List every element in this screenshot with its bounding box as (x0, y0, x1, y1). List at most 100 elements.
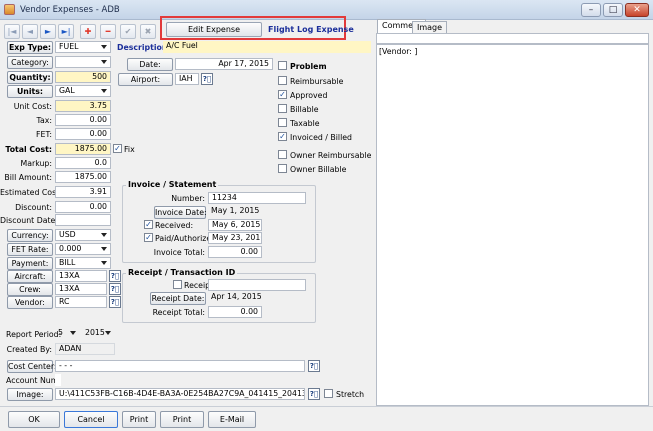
invoice-number-input[interactable]: 11234 (208, 192, 306, 204)
created-by-value: ADAN (55, 343, 115, 355)
bill-amount-input[interactable]: 1875.00 (55, 171, 111, 183)
prev-record-icon[interactable]: ◄ (22, 24, 38, 39)
tax-input[interactable]: 0.00 (55, 114, 111, 126)
approved-label: Approved (290, 91, 328, 100)
category-select[interactable] (55, 56, 111, 68)
last-record-icon[interactable]: ►| (58, 24, 74, 39)
fix-checkbox[interactable]: ✓ (113, 144, 122, 153)
report-month-value: 5 (58, 328, 63, 337)
fet-rate-button[interactable]: FET Rate: (7, 243, 53, 256)
receipt-date-button[interactable]: Receipt Date: (150, 292, 206, 305)
cancel-record-icon[interactable]: ✖ (140, 24, 156, 39)
receipt-input[interactable] (208, 279, 306, 291)
stretch-label: Stretch (336, 390, 365, 399)
currency-value: USD (59, 230, 76, 239)
edit-expense-button[interactable]: Edit Expense (166, 22, 262, 37)
discount-input[interactable]: 0.00 (55, 201, 111, 213)
date-input[interactable]: Apr 17, 2015 (175, 58, 273, 70)
billable-label: Billable (290, 105, 319, 114)
fet-rate-select[interactable]: 0.000 (55, 243, 111, 255)
crew-button[interactable]: Crew: (7, 283, 53, 296)
add-record-icon[interactable]: ✚ (80, 24, 96, 39)
vendor-lookup-icon[interactable]: ?⃞ (109, 296, 121, 308)
category-button[interactable]: Category: (7, 56, 53, 69)
problem-label: Problem (290, 62, 327, 71)
aircraft-input[interactable]: 13XA (55, 270, 107, 282)
crew-input[interactable]: 13XA (55, 283, 107, 295)
invoiced-billed-checkbox[interactable]: ✓ (278, 132, 287, 141)
stretch-checkbox[interactable] (324, 389, 333, 398)
airport-lookup-icon[interactable]: ?⃞ (201, 73, 213, 85)
received-date-input[interactable]: May 6, 2015 (208, 219, 262, 231)
exp-type-select[interactable]: FUEL (55, 41, 111, 53)
invoice-date-value[interactable]: May 1, 2015 (208, 206, 262, 218)
image-path-input[interactable]: U:\411C53FB-C16B-4D4E-BA3A-0E254BA27C9A_… (55, 388, 305, 400)
payment-button[interactable]: Payment: (7, 257, 53, 270)
quantity-button[interactable]: Quantity: (7, 71, 53, 84)
owner-reimbursable-checkbox[interactable] (278, 150, 287, 159)
close-button[interactable]: ✕ (625, 3, 649, 17)
fet-label: FET: (36, 130, 52, 139)
flight-log-expense-link[interactable]: Flight Log Expense (268, 25, 354, 34)
estimated-cost-label: Estimated Cost: (0, 188, 62, 197)
aircraft-button[interactable]: Aircraft: (7, 270, 53, 283)
airport-input[interactable]: IAH (175, 73, 199, 85)
date-button[interactable]: Date: (127, 58, 173, 71)
billable-checkbox[interactable] (278, 104, 287, 113)
markup-input[interactable]: 0.0 (55, 157, 111, 169)
fet-input[interactable]: 0.00 (55, 128, 111, 140)
report-month-select[interactable]: 5 (55, 328, 79, 340)
aircraft-lookup-icon[interactable]: ?⃞ (109, 270, 121, 282)
vendor-button[interactable]: Vendor: (7, 296, 53, 309)
currency-button[interactable]: Currency: (7, 229, 53, 242)
received-checkbox[interactable]: ✓ (144, 220, 153, 229)
payment-value: BILL (59, 258, 76, 267)
estimated-cost-input[interactable]: 3.91 (55, 186, 111, 198)
invoice-total-input[interactable]: 0.00 (208, 246, 262, 258)
reimbursable-checkbox[interactable] (278, 76, 287, 85)
quantity-input[interactable]: 500 (55, 71, 111, 83)
invoice-date-button[interactable]: Invoice Date: (154, 206, 207, 219)
report-year-select[interactable]: 2015 (82, 328, 114, 340)
receipt-total-input[interactable]: 0.00 (208, 306, 262, 318)
crew-lookup-icon[interactable]: ?⃞ (109, 283, 121, 295)
maximize-button[interactable]: □ (603, 3, 623, 17)
next-record-icon[interactable]: ► (40, 24, 56, 39)
total-cost-input[interactable]: 1875.00 (55, 143, 111, 155)
approved-checkbox[interactable]: ✓ (278, 90, 287, 99)
discount-date-input[interactable] (55, 214, 111, 226)
airport-button[interactable]: Airport: (118, 73, 173, 86)
first-record-icon[interactable]: |◄ (4, 24, 20, 39)
receipt-date-value[interactable]: Apr 14, 2015 (208, 292, 262, 304)
taxable-checkbox[interactable] (278, 118, 287, 127)
problem-checkbox[interactable] (278, 61, 287, 70)
print-image-button[interactable]: Print Image (160, 411, 204, 431)
vendor-input[interactable]: RC (55, 296, 107, 308)
currency-select[interactable]: USD (55, 229, 111, 241)
print-button[interactable]: Print (122, 411, 156, 428)
save-record-icon[interactable]: ✔ (120, 24, 136, 39)
description-input[interactable]: A/C Fuel (163, 41, 371, 53)
exp-type-button[interactable]: Exp Type: (7, 41, 53, 54)
image-lookup-icon[interactable]: ?⃞ (308, 388, 320, 400)
unit-cost-label: Unit Cost: (13, 102, 52, 111)
paid-authorized-date-input[interactable]: May 23, 2016 (208, 232, 262, 244)
units-button[interactable]: Units: (7, 85, 53, 98)
cost-center-input[interactable]: - - - (55, 360, 305, 372)
receipt-checkbox[interactable] (173, 280, 182, 289)
email-image-button[interactable]: E-Mail Image (208, 411, 256, 431)
cost-center-lookup-icon[interactable]: ?⃞ (308, 360, 320, 372)
payment-select[interactable]: BILL (55, 257, 111, 269)
cost-center-button[interactable]: Cost Center: (7, 360, 57, 373)
ok-button[interactable]: OK (8, 411, 60, 428)
comment-textarea[interactable]: [Vendor: ] (376, 44, 649, 406)
delete-record-icon[interactable]: ━ (100, 24, 116, 39)
units-select[interactable]: GAL (55, 85, 111, 97)
minimize-button[interactable]: – (581, 3, 601, 17)
owner-billable-checkbox[interactable] (278, 164, 287, 173)
image-button[interactable]: Image: (7, 388, 53, 401)
invoice-group-title: Invoice / Statement (126, 180, 219, 189)
paid-authorized-checkbox[interactable]: ✓ (144, 233, 153, 242)
unit-cost-input[interactable]: 3.75 (55, 100, 111, 112)
cancel-button[interactable]: Cancel (64, 411, 118, 428)
